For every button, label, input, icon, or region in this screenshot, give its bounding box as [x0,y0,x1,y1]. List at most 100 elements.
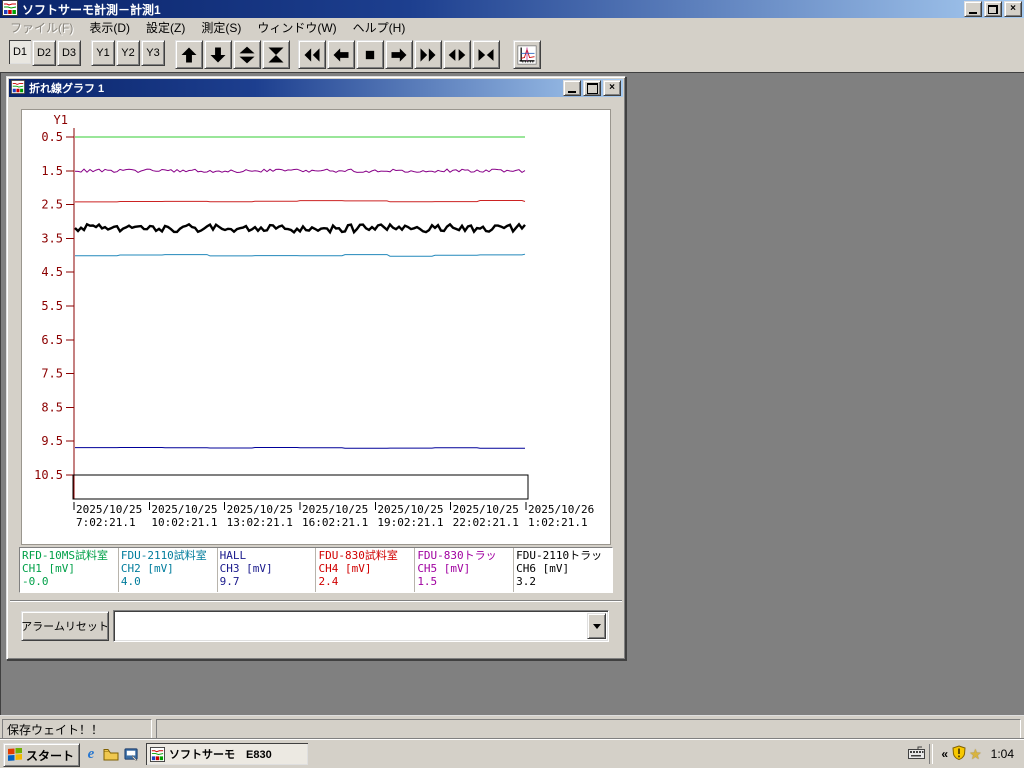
scroll-down-button[interactable] [204,40,232,69]
chevron-down-icon [592,624,601,633]
tray-expand-button[interactable]: « [941,747,948,761]
graph-close-button[interactable]: × [603,80,621,96]
start-button[interactable]: スタート [3,743,80,767]
toolbar-d1-button[interactable]: D1 [9,40,31,64]
svg-text:19:02:21.1: 19:02:21.1 [377,516,443,529]
quicklaunch-ie-icon[interactable]: e [82,745,100,763]
svg-text:7:02:21.1: 7:02:21.1 [76,516,136,529]
svg-text:6.5: 6.5 [41,333,63,347]
svg-text:22:02:21.1: 22:02:21.1 [453,516,519,529]
svg-text:1:02:21.1: 1:02:21.1 [528,516,588,529]
svg-text:3.5: 3.5 [41,231,63,245]
graph-window-titlebar[interactable]: 折れ線グラフ 1 × [9,79,623,97]
compress-horizontal-button[interactable] [472,40,500,69]
legend-cell: RFD-10MS試料室 CH1 [mV] -0.0 [20,548,119,592]
menu-measure[interactable]: 測定(S) [193,17,249,38]
expand-vertical-button[interactable] [233,40,261,69]
graph-window-title: 折れ線グラフ 1 [29,83,105,95]
menu-file[interactable]: ファイル(F) [2,17,81,38]
close-button[interactable]: × [1004,1,1022,17]
legend-cell: FDU-2110試料室 CH2 [mV] 4.0 [119,548,218,592]
mdi-client-area: 折れ線グラフ 1 × 0.5 1.5 2.5 3.5 4.5 5.5 6.5 7.5 8.5 9.… [0,72,1024,716]
quicklaunch-folder-icon[interactable] [102,745,120,763]
status-message: 保存ウェイト！！ [2,719,152,739]
stop-button[interactable] [356,40,384,69]
window-titlebar[interactable]: ソフトサーモ計測－計測1 × [0,0,1024,18]
triangles-out-icon [239,46,255,63]
compress-vertical-button[interactable] [262,40,290,69]
svg-text:2025/10/25: 2025/10/25 [76,503,142,516]
graph-settings-button[interactable] [513,40,541,69]
security-shield-icon[interactable] [952,745,966,763]
separator [10,600,622,602]
expand-horizontal-button[interactable] [443,40,471,69]
svg-text:2025/10/25: 2025/10/25 [302,503,368,516]
svg-text:5.5: 5.5 [41,299,63,313]
clock[interactable]: 1:04 [991,747,1014,761]
svg-text:10:02:21.1: 10:02:21.1 [151,516,217,529]
graph-minimize-button[interactable] [563,80,581,96]
fast-forward-button[interactable] [414,40,442,69]
star-icon[interactable]: ★ [969,746,982,763]
menu-settings[interactable]: 設定(Z) [138,17,193,38]
line-chart: 0.5 1.5 2.5 3.5 4.5 5.5 6.5 7.5 8.5 9.5 10.5 Y1 2025… [34,113,594,529]
toolbar-y1-button[interactable]: Y1 [91,40,115,66]
app-icon [150,746,165,762]
alarm-combobox-input[interactable] [116,613,585,639]
restore-button[interactable] [984,1,1002,17]
close-icon: × [609,82,615,93]
double-left-icon [304,47,320,62]
svg-text:9.5: 9.5 [41,434,63,448]
graph-maximize-button[interactable] [583,80,601,96]
combobox-dropdown-button[interactable] [587,613,606,639]
minimize-icon [969,11,977,14]
maximize-icon [586,82,598,94]
toolbar-y3-button[interactable]: Y3 [141,40,165,66]
menu-help[interactable]: ヘルプ(H) [345,17,414,38]
system-tray: « ★ 1:04 [908,743,1022,765]
svg-text:8.5: 8.5 [41,400,63,414]
step-right-button[interactable] [385,40,413,69]
svg-text:16:02:21.1: 16:02:21.1 [302,516,368,529]
svg-text:2025/10/25: 2025/10/25 [227,503,293,516]
keyboard-icon[interactable] [908,746,926,762]
svg-text:2025/10/25: 2025/10/25 [453,503,519,516]
taskbar: スタート e ソフトサーモ E830 « ★ 1:04 [0,739,1024,768]
svg-text:7.5: 7.5 [41,367,63,381]
restore-icon [988,4,998,14]
arrow-down-icon [210,47,226,62]
svg-text:1.5: 1.5 [41,164,63,178]
legend-cell: FDU-830試料室 CH4 [mV] 2.4 [316,548,416,592]
alarm-combobox[interactable] [113,610,609,642]
window-title: ソフトサーモ計測－計測1 [22,2,161,17]
svg-text:2025/10/25: 2025/10/25 [377,503,443,516]
toolbar-d3-button[interactable]: D3 [57,40,81,66]
alarm-reset-button[interactable]: アラームリセット [21,611,109,641]
svg-text:Y1: Y1 [54,113,68,127]
scroll-up-button[interactable] [175,40,203,69]
minimize-button[interactable] [964,1,982,17]
taskbar-app-button[interactable]: ソフトサーモ E830 [146,743,308,765]
status-bar: 保存ウェイト！！ [0,715,1024,740]
step-left-button[interactable] [327,40,355,69]
legend-cell: FDU-2110トラッ CH6 [mV] 3.2 [516,549,603,588]
triangles-apart-icon [448,48,466,61]
svg-text:13:02:21.1: 13:02:21.1 [227,516,293,529]
svg-text:0.5: 0.5 [41,130,63,144]
channel-legend: RFD-10MS試料室 CH1 [mV] -0.0 FDU-2110試料室 CH2 [m… [19,547,613,593]
graph-icon [517,44,537,65]
toolbar-d2-button[interactable]: D2 [32,40,56,66]
rewind-button[interactable] [298,40,326,69]
menu-view[interactable]: 表示(D) [81,17,138,38]
double-right-icon [420,47,436,62]
svg-text:10.5: 10.5 [34,468,63,482]
quicklaunch-explorer-icon[interactable] [122,745,140,763]
menu-window[interactable]: ウィンドウ(W) [249,17,344,38]
triangles-inward-icon [478,48,494,61]
toolbar-y2-button[interactable]: Y2 [116,40,140,66]
status-panel-right [156,719,1021,739]
tray-divider [929,744,934,764]
windows-logo-icon [8,748,22,761]
arrow-up-icon [181,47,197,62]
svg-text:2025/10/26: 2025/10/26 [528,503,594,516]
